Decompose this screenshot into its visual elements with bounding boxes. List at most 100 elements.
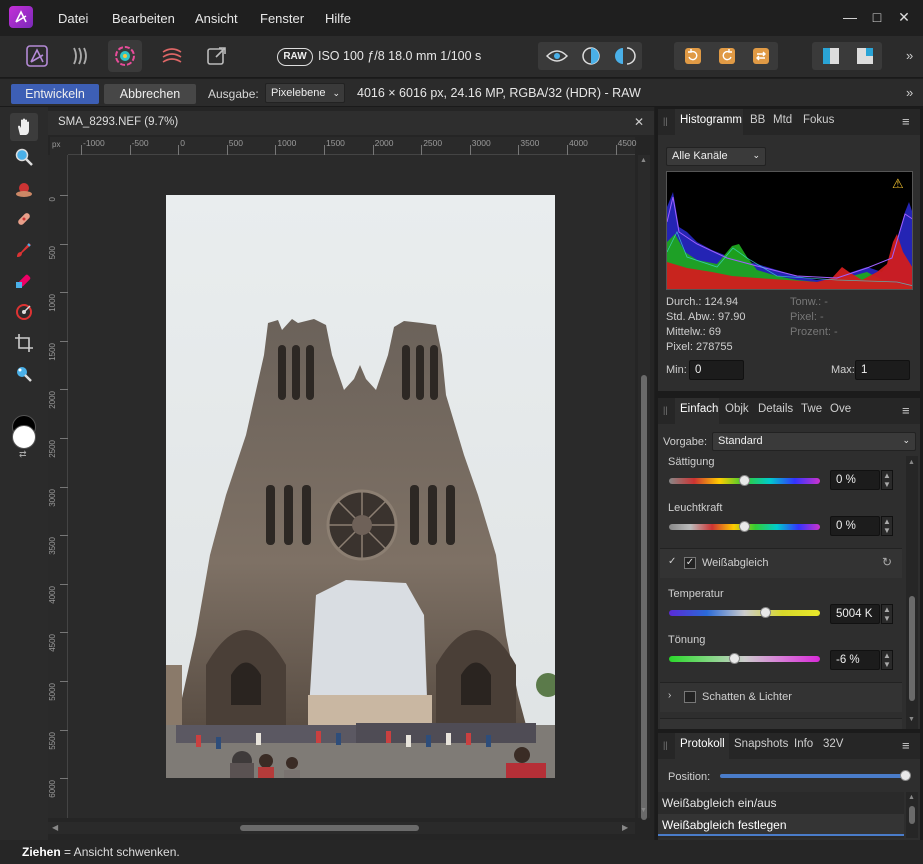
saturation-slider[interactable]: [669, 475, 820, 486]
rotate-left-icon[interactable]: [676, 42, 710, 70]
reset-icon[interactable]: ↻: [882, 555, 892, 569]
tab-snapshots[interactable]: Snapshots: [734, 738, 788, 750]
tab-bb[interactable]: BB: [750, 114, 765, 126]
next-section-header[interactable]: [660, 718, 902, 729]
zoom-tool-icon[interactable]: [10, 143, 38, 171]
hand-tool-icon[interactable]: [10, 113, 38, 141]
scroll-up-arrow[interactable]: ▲: [640, 157, 647, 164]
history-scroll-thumb[interactable]: [909, 806, 915, 824]
scroll-down-arrow[interactable]: ▼: [640, 807, 647, 814]
document-tab[interactable]: SMA_8293.NEF (9.7%) ✕: [48, 111, 654, 135]
tint-stepper[interactable]: ▲ ▼: [881, 650, 893, 670]
vertical-scroll-thumb[interactable]: [641, 375, 647, 820]
menu-ansicht[interactable]: Ansicht: [195, 11, 238, 26]
color-well-icon[interactable]: ⇄: [10, 415, 38, 459]
tab-fokus[interactable]: Fokus: [803, 114, 834, 126]
shadows-highlights-section-header[interactable]: › Schatten & Lichter: [660, 682, 902, 712]
tab-mtd[interactable]: Mtd: [773, 114, 792, 126]
position-slider[interactable]: [720, 770, 911, 781]
gradient-overlay-tool-icon[interactable]: [10, 298, 38, 326]
mirror-view-icon[interactable]: [608, 42, 642, 70]
temperature-slider-knob[interactable]: [759, 607, 771, 618]
develop-persona-icon[interactable]: [108, 40, 142, 72]
studio-right-icon[interactable]: [848, 42, 882, 70]
tab-details[interactable]: Details: [758, 403, 793, 415]
minimize-button[interactable]: —: [840, 8, 860, 26]
maximize-button[interactable]: □: [867, 8, 887, 26]
vibrance-stepper[interactable]: ▲ ▼: [881, 516, 893, 536]
saturation-slider-knob[interactable]: [738, 475, 750, 486]
overlay-erase-tool-icon[interactable]: [10, 267, 38, 295]
rotate-right-icon[interactable]: [710, 42, 744, 70]
temperature-field[interactable]: 5004 K: [830, 604, 880, 624]
position-slider-knob[interactable]: [900, 770, 911, 781]
split-view-icon[interactable]: [574, 42, 608, 70]
history-scrollbar[interactable]: ▲: [906, 792, 918, 838]
tab-objk[interactable]: Objk: [725, 403, 749, 415]
panel-menu-icon[interactable]: ≡: [902, 114, 910, 129]
tab-twe[interactable]: Twe: [801, 403, 822, 415]
drag-handle-icon[interactable]: ||: [663, 116, 668, 126]
chevron-right-icon[interactable]: ›: [668, 690, 671, 701]
export-persona-icon[interactable]: [200, 40, 234, 72]
menu-fenster[interactable]: Fenster: [260, 11, 304, 26]
adjust-panel-scrollbar[interactable]: ▲ ▼: [906, 456, 918, 729]
toolbar-overflow-button[interactable]: »: [906, 48, 913, 63]
temperature-stepper[interactable]: ▲ ▼: [881, 604, 893, 624]
drag-handle-icon[interactable]: ||: [663, 740, 668, 750]
tab-protokoll[interactable]: Protokoll: [680, 738, 725, 750]
tab-einfach[interactable]: Einfach: [680, 403, 718, 415]
tab-histogramm[interactable]: Histogramm: [680, 114, 742, 126]
liquify-persona-icon[interactable]: [64, 40, 98, 72]
scroll-up-arrow[interactable]: ▲: [908, 794, 915, 801]
preset-select[interactable]: Standard ⌄: [712, 432, 916, 451]
white-balance-tool-icon[interactable]: [10, 360, 38, 388]
flip-icon[interactable]: [744, 42, 778, 70]
red-eye-tool-icon[interactable]: [10, 175, 38, 203]
vibrance-slider-knob[interactable]: [738, 521, 750, 532]
min-field[interactable]: 0: [689, 360, 744, 380]
adjust-scroll-thumb[interactable]: [909, 596, 915, 701]
scroll-up-arrow[interactable]: ▲: [908, 459, 915, 466]
tone-mapping-persona-icon[interactable]: [155, 40, 189, 72]
drag-handle-icon[interactable]: ||: [663, 405, 668, 415]
tab-ove[interactable]: Ove: [830, 403, 851, 415]
horizontal-scrollbar[interactable]: ◀ ▶: [48, 822, 635, 834]
cancel-button[interactable]: Abbrechen: [104, 84, 196, 104]
saturation-stepper[interactable]: ▲ ▼: [881, 470, 893, 490]
horizontal-scroll-thumb[interactable]: [240, 825, 419, 831]
blemish-tool-icon[interactable]: [10, 205, 38, 233]
max-field[interactable]: 1: [855, 360, 910, 380]
panel-menu-icon[interactable]: ≡: [902, 403, 910, 418]
channel-select[interactable]: Alle Kanäle ⌄: [666, 147, 766, 166]
temperature-slider[interactable]: [669, 607, 820, 618]
scroll-down-arrow[interactable]: ▼: [908, 716, 915, 723]
white-balance-checkbox[interactable]: ✓: [684, 557, 696, 569]
eye-icon[interactable]: [540, 42, 574, 70]
close-button[interactable]: ✕: [894, 8, 914, 26]
history-entry-selected[interactable]: Weißabgleich festlegen: [658, 814, 904, 836]
white-balance-section-header[interactable]: ✓ ✓ Weißabgleich ↻: [660, 548, 902, 578]
tint-field[interactable]: -6 %: [830, 650, 880, 670]
menu-datei[interactable]: Datei: [58, 11, 88, 26]
tint-slider[interactable]: [669, 653, 820, 664]
photo-persona-icon[interactable]: [20, 40, 54, 72]
history-entry[interactable]: Weißabgleich ein/aus: [662, 796, 777, 810]
tint-slider-knob[interactable]: [729, 653, 741, 664]
tab-info[interactable]: Info: [794, 738, 813, 750]
crop-tool-icon[interactable]: [10, 329, 38, 357]
scroll-right-arrow[interactable]: ▶: [622, 823, 628, 832]
develop-button[interactable]: Entwickeln: [11, 84, 99, 104]
scroll-left-arrow[interactable]: ◀: [52, 823, 58, 832]
output-select[interactable]: Pixelebene ⌄: [265, 83, 345, 103]
studio-left-icon[interactable]: [814, 42, 848, 70]
vertical-scrollbar[interactable]: ▲ ▼: [638, 155, 650, 820]
menu-hilfe[interactable]: Hilfe: [325, 11, 351, 26]
tab-32v[interactable]: 32V: [823, 738, 843, 750]
vibrance-slider[interactable]: [669, 521, 820, 532]
context-overflow-button[interactable]: »: [906, 85, 913, 100]
overlay-paint-tool-icon[interactable]: [10, 236, 38, 264]
panel-menu-icon[interactable]: ≡: [902, 738, 910, 753]
menu-bearbeiten[interactable]: Bearbeiten: [112, 11, 175, 26]
saturation-field[interactable]: 0 %: [830, 470, 880, 490]
